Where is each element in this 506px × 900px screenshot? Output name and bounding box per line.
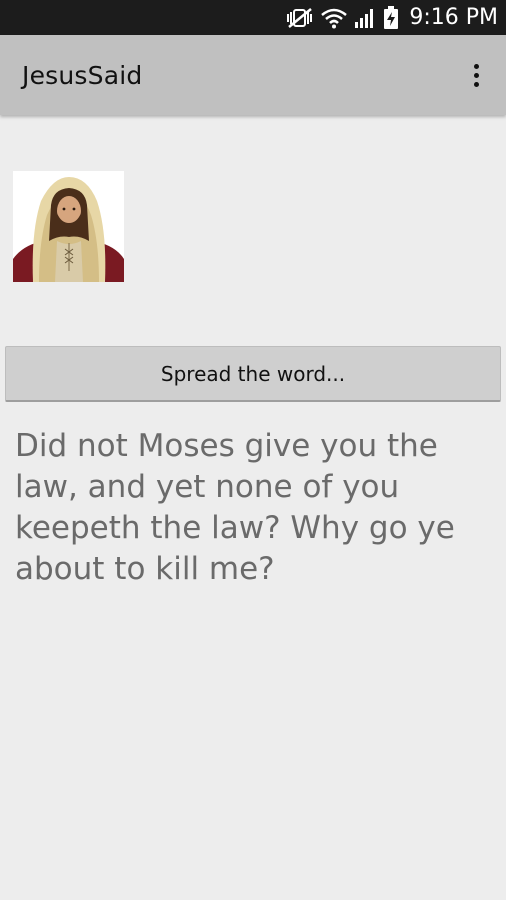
status-bar: 9:16 PM xyxy=(0,0,506,35)
scripture-quote: Did not Moses give you the law, and yet … xyxy=(15,428,455,587)
spread-the-word-button[interactable]: Spread the word... xyxy=(5,346,501,402)
menu-dot xyxy=(473,81,479,87)
wifi-icon xyxy=(321,7,348,29)
mute-vibrate-icon xyxy=(285,7,315,29)
menu-dot xyxy=(473,63,479,69)
more-vert-icon[interactable] xyxy=(464,55,488,95)
battery-charging-icon xyxy=(383,5,399,30)
action-bar: JesusSaid xyxy=(0,35,506,115)
menu-dot xyxy=(473,72,479,78)
jesus-portrait-image xyxy=(13,171,124,282)
app-title: JesusSaid xyxy=(22,60,143,90)
cell-signal-icon xyxy=(353,7,377,29)
status-time: 9:16 PM xyxy=(409,5,498,30)
